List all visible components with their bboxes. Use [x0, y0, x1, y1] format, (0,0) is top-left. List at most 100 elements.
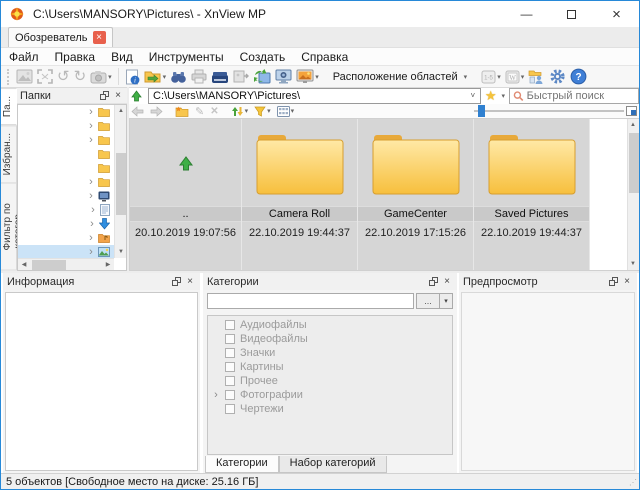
- expand-chevron-icon[interactable]: ›: [87, 107, 95, 118]
- dropdown-icon[interactable]: ▾: [497, 73, 501, 81]
- tree-item[interactable]: ›: [18, 119, 114, 133]
- checkbox[interactable]: [225, 320, 235, 330]
- expand-chevron-icon[interactable]: ›: [87, 233, 95, 244]
- view-mode-button[interactable]: ▾: [275, 104, 297, 118]
- slideshow-button[interactable]: 1-5 ▾: [479, 67, 503, 87]
- scrollbar-thumb[interactable]: [32, 260, 66, 270]
- sidebar-tab-favorites[interactable]: Избран...: [1, 125, 17, 183]
- menu-help[interactable]: Справка: [293, 50, 356, 64]
- expand-chevron-icon[interactable]: ›: [88, 219, 96, 230]
- expand-chevron-icon[interactable]: ›: [87, 135, 95, 146]
- category-row[interactable]: Чертежи: [208, 402, 452, 416]
- sidebar-tab-folders[interactable]: Па...: [1, 88, 17, 125]
- menu-edit[interactable]: Правка: [47, 50, 104, 64]
- menu-create[interactable]: Создать: [232, 50, 294, 64]
- scroll-down-icon[interactable]: ▼: [627, 258, 639, 270]
- tree-vertical-scrollbar[interactable]: ▲ ▼: [114, 105, 126, 258]
- tab-category-sets[interactable]: Набор категорий: [279, 456, 387, 473]
- menu-view[interactable]: Вид: [103, 50, 141, 64]
- expand-chevron-icon[interactable]: ›: [87, 177, 95, 188]
- close-panel-icon[interactable]: ×: [441, 276, 453, 288]
- combo-arrow-icon[interactable]: ˅: [466, 91, 480, 100]
- category-row[interactable]: ›Фотографии: [208, 388, 452, 402]
- browser-item-folder[interactable]: Camera Roll 22.10.2019 19:44:37: [242, 119, 358, 270]
- batch-convert-button[interactable]: [252, 67, 273, 87]
- dropdown-icon[interactable]: ▾: [245, 107, 249, 115]
- browser-vertical-scrollbar[interactable]: ▲ ▼: [627, 119, 639, 270]
- checkbox[interactable]: [225, 334, 235, 344]
- tree-item[interactable]: ›: [18, 217, 114, 231]
- delete-button[interactable]: ✕: [208, 104, 220, 118]
- minimize-button[interactable]: —: [504, 1, 549, 27]
- scan-button[interactable]: [209, 67, 231, 87]
- tree-horizontal-scrollbar[interactable]: ◀ ▶: [18, 258, 114, 270]
- dropdown-icon[interactable]: ▾: [291, 107, 295, 115]
- panel-toggle-icon[interactable]: [626, 106, 637, 116]
- float-panel-icon[interactable]: [607, 276, 619, 288]
- category-dropdown-button[interactable]: ▾: [440, 293, 453, 309]
- tree-item[interactable]: ›: [18, 189, 114, 203]
- tree-item[interactable]: ›: [18, 231, 114, 245]
- dropdown-icon[interactable]: ▾: [315, 73, 319, 81]
- back-button[interactable]: [129, 104, 146, 118]
- maximize-button[interactable]: [549, 1, 594, 27]
- wallpaper-button[interactable]: ▾: [294, 67, 321, 87]
- category-filter-input[interactable]: [207, 293, 414, 309]
- scrollbar-thumb[interactable]: [116, 153, 126, 215]
- category-row[interactable]: Картины: [208, 360, 452, 374]
- tree-item[interactable]: ›: [18, 147, 114, 161]
- settings-button[interactable]: [547, 67, 568, 87]
- tree-item[interactable]: ›: [18, 203, 114, 217]
- quick-search-box[interactable]: [509, 88, 639, 104]
- toolbar-grip[interactable]: [7, 69, 10, 85]
- tab-close-icon[interactable]: ×: [93, 31, 106, 44]
- view-image-button[interactable]: [14, 67, 35, 87]
- tree-item[interactable]: ›: [18, 161, 114, 175]
- browser-item-folder[interactable]: Saved Pictures 22.10.2019 19:44:37: [474, 119, 590, 270]
- browser-item-folder[interactable]: GameCenter 22.10.2019 17:15:26: [358, 119, 474, 270]
- browse-folder-button[interactable]: ▾: [142, 67, 169, 87]
- slider-thumb[interactable]: [478, 105, 485, 117]
- new-folder-button[interactable]: [173, 104, 191, 118]
- float-panel-icon[interactable]: [427, 276, 439, 288]
- checkbox[interactable]: [225, 362, 235, 372]
- resize-grip-icon[interactable]: ⋰: [629, 478, 637, 487]
- checkbox[interactable]: [225, 404, 235, 414]
- scroll-right-icon[interactable]: ▶: [102, 259, 114, 271]
- address-input[interactable]: [149, 90, 466, 102]
- rename-button[interactable]: ✎: [193, 104, 206, 118]
- forward-button[interactable]: [148, 104, 165, 118]
- web-page-button[interactable]: W ▾: [503, 67, 527, 87]
- filter-button[interactable]: ▾: [252, 104, 273, 118]
- close-panel-icon[interactable]: ×: [112, 90, 124, 102]
- category-row[interactable]: Видеофайлы: [208, 332, 452, 346]
- scroll-down-icon[interactable]: ▼: [115, 246, 127, 258]
- dropdown-icon[interactable]: ▾: [267, 107, 271, 115]
- fullscreen-button[interactable]: [35, 67, 55, 87]
- sidebar-tab-category-filter[interactable]: Фильтр по категор...: [1, 183, 17, 271]
- scrollbar-thumb[interactable]: [629, 133, 639, 193]
- search-files-button[interactable]: [168, 67, 189, 87]
- tree-item-pictures[interactable]: ›: [18, 245, 114, 258]
- print-button[interactable]: [189, 67, 209, 87]
- close-button[interactable]: ×: [594, 1, 639, 27]
- address-combobox[interactable]: ˅: [148, 88, 481, 104]
- dropdown-icon[interactable]: ▾: [521, 73, 525, 81]
- checkbox[interactable]: [225, 348, 235, 358]
- checkbox[interactable]: [225, 376, 235, 386]
- tab-browser[interactable]: Обозреватель ×: [8, 27, 113, 47]
- browser-item-up[interactable]: .. 20.10.2019 19:07:56: [130, 119, 242, 270]
- expand-chevron-icon[interactable]: ›: [87, 247, 95, 258]
- menu-file[interactable]: Файл: [1, 50, 47, 64]
- category-more-button[interactable]: ...: [416, 293, 440, 309]
- checkbox[interactable]: [225, 390, 235, 400]
- tree-item[interactable]: ›: [18, 133, 114, 147]
- expand-chevron-icon[interactable]: ›: [89, 205, 97, 216]
- category-row[interactable]: Значки: [208, 346, 452, 360]
- thumbnail-size-slider[interactable]: [474, 110, 624, 112]
- help-button[interactable]: ?: [568, 67, 589, 87]
- compare-button[interactable]: [526, 67, 547, 87]
- tree-item[interactable]: ›: [18, 105, 114, 119]
- up-one-level-icon[interactable]: [129, 88, 144, 103]
- float-panel-icon[interactable]: [98, 90, 110, 102]
